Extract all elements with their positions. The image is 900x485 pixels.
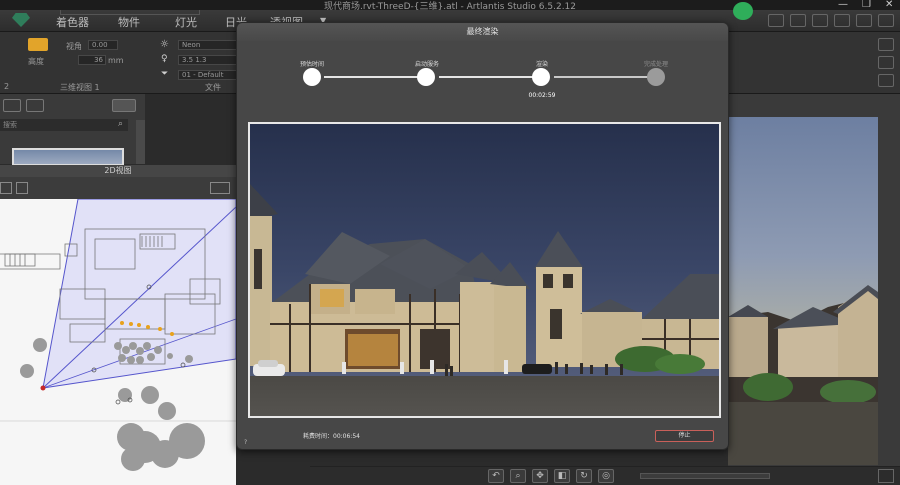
progress-connector-3 — [554, 76, 654, 78]
toolbar-icon-1[interactable] — [768, 14, 784, 27]
step-label-start: 启动服务 — [414, 61, 439, 68]
menu-lights[interactable]: 灯光 — [175, 14, 197, 30]
plan-view-title: 2D视图 — [0, 165, 236, 177]
elapsed-time: 耗费时间：00:06:54 — [303, 433, 360, 440]
toolbar-icon-6[interactable] — [878, 14, 894, 27]
progress-connector-2 — [439, 76, 539, 78]
toolbar-icon-4[interactable] — [834, 14, 850, 27]
close-button[interactable]: ✕ — [885, 0, 893, 10]
view-thumbnail[interactable] — [12, 148, 124, 166]
panel-number: 2 — [4, 82, 10, 91]
fullscreen-icon[interactable] — [878, 469, 894, 483]
plan-toolbar — [0, 177, 236, 199]
toolbar-icon-2[interactable] — [790, 14, 806, 27]
focal-field[interactable]: 0.00 — [88, 40, 118, 50]
rotate-icon[interactable] — [210, 182, 230, 194]
neon-field[interactable]: Neon — [178, 40, 238, 50]
viewport-preview[interactable] — [728, 117, 878, 465]
menu-objects[interactable]: 物件 — [118, 14, 140, 30]
undo-icon[interactable]: ↶ — [488, 469, 504, 483]
file-section-label: 文件 — [205, 83, 221, 92]
light-field[interactable]: 3.5 1.3 — [178, 55, 238, 65]
home-icon[interactable] — [16, 182, 28, 194]
target-icon[interactable]: ◎ — [598, 469, 614, 483]
viewport-scene — [728, 285, 878, 465]
minimize-button[interactable]: — — [838, 0, 848, 10]
render-step-time: 00:02:59 — [528, 92, 556, 99]
palette-icon[interactable] — [878, 56, 894, 69]
settings-icon[interactable] — [878, 38, 894, 51]
pan-icon[interactable]: ✥ — [532, 469, 548, 483]
menu-shaders[interactable]: 着色器 — [56, 14, 89, 30]
step-estimate-indicator — [303, 68, 321, 86]
step-render-indicator — [532, 68, 550, 86]
step-finish-indicator — [647, 68, 665, 86]
focal-label: 视角 — [66, 42, 82, 51]
height-label: 高度 — [28, 57, 44, 66]
remove-view-button[interactable] — [26, 99, 44, 112]
final-render-dialog: 最终渲染 预估时间 启动服务 渲染 完成处理 00:02:59 耗费时间：00:… — [236, 22, 729, 450]
refresh-icon[interactable]: ↻ — [576, 469, 592, 483]
step-label-estimate: 预估时间 — [299, 61, 324, 68]
zoom-slider[interactable] — [640, 473, 770, 479]
print-icon[interactable] — [0, 182, 12, 194]
render-preview-image — [250, 124, 719, 416]
status-indicator-icon — [733, 2, 753, 20]
filter-icon: ⏷ — [161, 69, 169, 79]
step-start-indicator — [417, 68, 435, 86]
view-list-scrollbar[interactable] — [136, 120, 145, 164]
layer-field[interactable]: 01 - Default — [178, 70, 238, 80]
step-label-render: 渲染 — [535, 61, 548, 68]
gem-logo-icon — [12, 13, 30, 27]
viewport-toolbar: ↶ ⌕ ✥ ◧ ↻ ◎ — [310, 466, 900, 485]
zoom-icon[interactable]: ⌕ — [510, 469, 526, 483]
search-input[interactable]: 搜索 — [0, 119, 128, 131]
search-icon: ⌕ — [118, 119, 124, 129]
maximize-button[interactable]: ❐ — [862, 0, 871, 10]
camera-icon[interactable] — [3, 99, 21, 112]
height-unit: mm — [108, 56, 124, 65]
step-label-finish: 完成处理 — [643, 61, 668, 68]
eye-icon[interactable] — [112, 99, 136, 112]
help-icon[interactable]: ? — [244, 439, 247, 446]
sun-icon: ☼ — [160, 39, 169, 50]
floor-plan-drawing — [0, 199, 236, 471]
lightbulb-icon: ♀ — [161, 54, 168, 64]
globe-icon[interactable] — [878, 74, 894, 87]
walk-icon[interactable]: ◧ — [554, 469, 570, 483]
stop-button[interactable]: 停止 — [655, 430, 714, 442]
plan-view-canvas[interactable] — [0, 199, 236, 485]
toolbar-icon-5[interactable] — [856, 14, 872, 27]
title-bar: 现代商场.rvt-ThreeD-{三维}.atl - Artlantis Stu… — [0, 0, 900, 12]
quick-toolbar — [60, 10, 200, 15]
toolbar-icon-3[interactable] — [812, 14, 828, 27]
render-preview-frame — [248, 122, 721, 418]
progress-connector-1 — [324, 76, 424, 78]
dialog-title: 最终渲染 — [237, 23, 728, 41]
camera-mode-button[interactable] — [28, 38, 48, 51]
height-field[interactable]: 36 — [78, 55, 106, 65]
view-section-label: 三维视图 1 — [60, 83, 100, 92]
